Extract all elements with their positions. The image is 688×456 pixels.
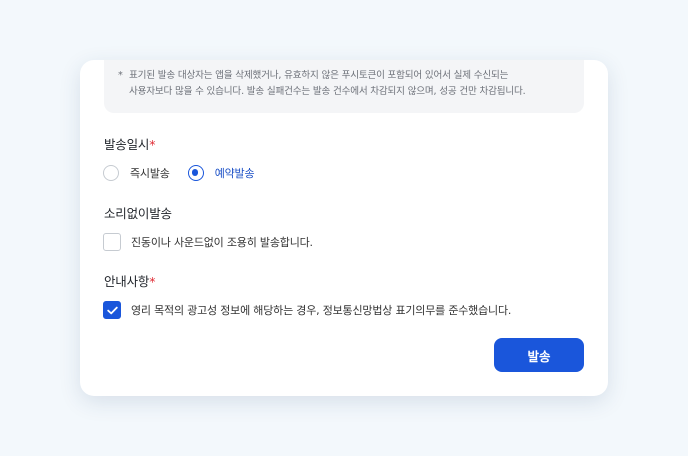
send-settings-card: * 표기된 발송 대상자는 앱을 삭제했거나, 유효하지 않은 푸시토큰이 포함… (80, 60, 608, 396)
send-button[interactable]: 발송 (494, 338, 584, 372)
silent-send-row: 진동이나 사운드없이 조용히 발송합니다. (103, 233, 313, 251)
send-time-label-text: 발송일시 (104, 137, 150, 152)
required-mark: * (149, 137, 156, 152)
guide-label-text: 안내사항 (104, 274, 150, 289)
radio-scheduled[interactable] (187, 165, 204, 181)
notice-asterisk: * (118, 70, 123, 81)
guide-agree-checkbox-label[interactable]: 영리 목적의 광고성 정보에 해당하는 경우, 정보통신망법상 표기의무를 준수… (131, 302, 511, 318)
notice-line-2: 사용자보다 많을 수 있습니다. 발송 실패건수는 발송 건수에서 차감되지 않… (129, 86, 526, 97)
send-time-radio-group: 즉시발송 예약발송 (103, 163, 272, 183)
radio-immediate-label[interactable]: 즉시발송 (130, 165, 170, 181)
check-icon (106, 306, 118, 314)
notice-line-1: 표기된 발송 대상자는 앱을 삭제했거나, 유효하지 않은 푸시토큰이 포함되어… (129, 70, 509, 81)
guide-agree-checkbox[interactable] (103, 301, 121, 319)
send-time-label: 발송일시* (104, 134, 155, 153)
silent-send-checkbox[interactable] (103, 233, 121, 251)
guide-agree-row: 영리 목적의 광고성 정보에 해당하는 경우, 정보통신망법상 표기의무를 준수… (103, 301, 511, 319)
silent-send-label: 소리없이발송 (104, 206, 172, 221)
radio-scheduled-label[interactable]: 예약발송 (215, 165, 255, 181)
required-mark: * (149, 274, 156, 289)
guide-label: 안내사항* (104, 271, 155, 290)
radio-immediate[interactable] (103, 165, 119, 181)
notice-box: * 표기된 발송 대상자는 앱을 삭제했거나, 유효하지 않은 푸시토큰이 포함… (104, 60, 584, 113)
silent-send-checkbox-label[interactable]: 진동이나 사운드없이 조용히 발송합니다. (131, 234, 313, 250)
